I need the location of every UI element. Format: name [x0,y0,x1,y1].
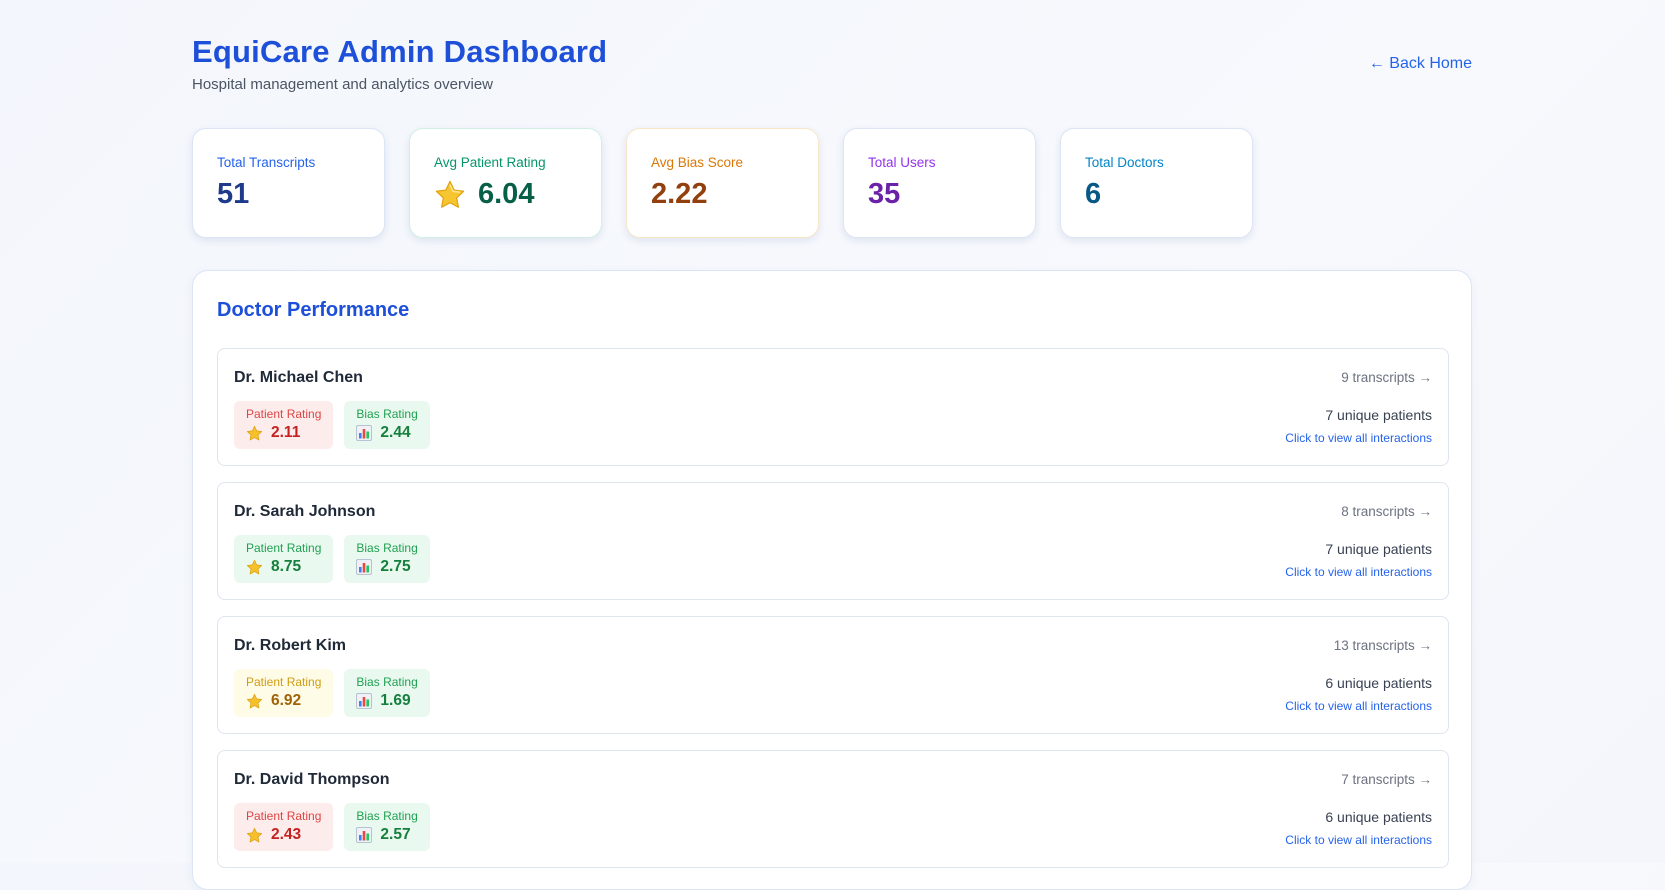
stat-card-total-users: Total Users 35 [843,128,1036,238]
star-icon [246,827,263,842]
stat-label: Total Transcripts [217,155,316,170]
patient-rating-badge: Patient Rating 6.92 [234,669,334,717]
badge-label: Patient Rating [246,675,322,689]
doctor-name: Dr. David Thompson [234,771,390,788]
badge-label: Patient Rating [246,407,322,421]
patient-rating-badge: Patient Rating 2.11 [234,401,334,449]
view-interactions-link[interactable]: Click to view all interactions [1285,699,1432,713]
badge-label: Bias Rating [356,809,418,823]
page-subtitle: Hospital management and analytics overvi… [192,76,493,93]
stat-value: 6 [1085,178,1102,210]
stat-value: 51 [217,178,250,210]
unique-patients: 7 unique patients [1325,407,1432,423]
bias-rating-value: 1.69 [380,692,411,709]
badge-value-row: 1.69 [356,692,417,710]
view-interactions-link[interactable]: Click to view all interactions [1285,565,1432,579]
page-header: EquiCare Admin Dashboard Hospital manage… [192,0,1472,128]
badge-value-row: 2.57 [356,826,417,844]
bias-rating-badge: Bias Rating 2.57 [344,803,430,851]
stat-value: 35 [868,178,901,210]
bias-rating-value: 2.57 [380,826,411,843]
stat-label: Avg Patient Rating [434,155,546,170]
stat-label: Avg Bias Score [651,155,744,170]
stat-value: 6.04 [478,178,535,210]
badge-value-row: 2.11 [246,424,321,442]
badge-value-row: 8.75 [246,558,321,576]
patient-rating-badge: Patient Rating 8.75 [234,535,334,583]
rating-badges: Patient Rating 6.92 Bias Rating 1.69 [234,669,430,717]
stat-value-row: 6.04 [434,178,577,211]
doctor-card[interactable]: Dr. Sarah Johnson Patient Rating 8.75 Bias … [217,482,1449,600]
star-icon [246,425,263,440]
stat-card-total-transcripts: Total Transcripts 51 [192,128,385,238]
bias-rating-badge: Bias Rating 2.44 [344,401,430,449]
view-interactions-link[interactable]: Click to view all interactions [1285,431,1432,445]
bar-chart-icon [356,827,373,843]
rating-badges: Patient Rating 8.75 Bias Rating 2.75 [234,535,430,583]
doctor-list: Dr. Michael Chen Patient Rating 2.11 Bias R… [217,348,1449,868]
badge-label: Patient Rating [246,541,322,555]
doctor-card[interactable]: Dr. David Thompson Patient Rating 2.43 Bias… [217,750,1449,868]
bar-chart-icon [356,693,373,709]
panel-title: Doctor Performance [217,299,410,321]
badge-value-row: 2.44 [356,424,417,442]
badge-label: Bias Rating [356,541,418,555]
badge-value-row: 2.75 [356,558,417,576]
badge-label: Bias Rating [356,407,418,421]
transcript-count: 8 transcripts → [1341,504,1432,519]
badge-label: Bias Rating [356,675,418,689]
doctor-name: Dr. Michael Chen [234,369,363,386]
dashboard: EquiCare Admin Dashboard Hospital manage… [192,0,1472,890]
doctor-card[interactable]: Dr. Robert Kim Patient Rating 6.92 Bias Rat… [217,616,1449,734]
stat-label: Total Doctors [1085,155,1164,170]
patient-rating-badge: Patient Rating 2.43 [234,803,334,851]
star-icon [246,559,263,574]
view-interactions-link[interactable]: Click to view all interactions [1285,833,1432,847]
unique-patients: 6 unique patients [1325,675,1432,691]
patient-rating-value: 2.11 [271,424,301,441]
patient-rating-value: 2.43 [271,826,302,843]
badge-label: Patient Rating [246,809,322,823]
page-title: EquiCare Admin Dashboard [192,34,608,69]
rating-badges: Patient Rating 2.11 Bias Rating 2.44 [234,401,430,449]
doctor-name: Dr. Sarah Johnson [234,503,376,520]
doctor-performance-panel: Doctor Performance Dr. Michael Chen Patie… [192,270,1472,890]
transcript-count: 9 transcripts → [1341,370,1432,385]
bar-chart-icon [356,559,373,575]
back-home-link[interactable]: ← Back Home [1369,55,1472,73]
patient-rating-value: 8.75 [271,558,302,575]
patient-rating-value: 6.92 [271,692,302,709]
transcript-count: 7 transcripts → [1341,772,1432,787]
badge-value-row: 2.43 [246,826,321,844]
unique-patients: 6 unique patients [1325,809,1432,825]
stat-card-avg-patient-rating: Avg Patient Rating 6.04 [409,128,602,238]
transcript-count: 13 transcripts → [1333,638,1432,653]
bias-rating-value: 2.75 [380,558,411,575]
bar-chart-icon [356,425,373,441]
stats-row: Total Transcripts 51 Avg Patient Rating … [192,128,1253,238]
stat-label: Total Users [868,155,936,170]
rating-badges: Patient Rating 2.43 Bias Rating 2.57 [234,803,430,851]
stat-card-avg-bias-score: Avg Bias Score 2.22 [626,128,819,238]
badge-value-row: 6.92 [246,692,321,710]
unique-patients: 7 unique patients [1325,541,1432,557]
doctor-card[interactable]: Dr. Michael Chen Patient Rating 2.11 Bias R… [217,348,1449,466]
stat-value: 2.22 [651,178,708,210]
stat-card-total-doctors: Total Doctors 6 [1060,128,1253,238]
bias-rating-value: 2.44 [380,424,411,441]
bias-rating-badge: Bias Rating 2.75 [344,535,430,583]
star-icon [246,693,263,708]
doctor-name: Dr. Robert Kim [234,637,347,654]
star-icon [435,180,465,208]
bias-rating-badge: Bias Rating 1.69 [344,669,430,717]
